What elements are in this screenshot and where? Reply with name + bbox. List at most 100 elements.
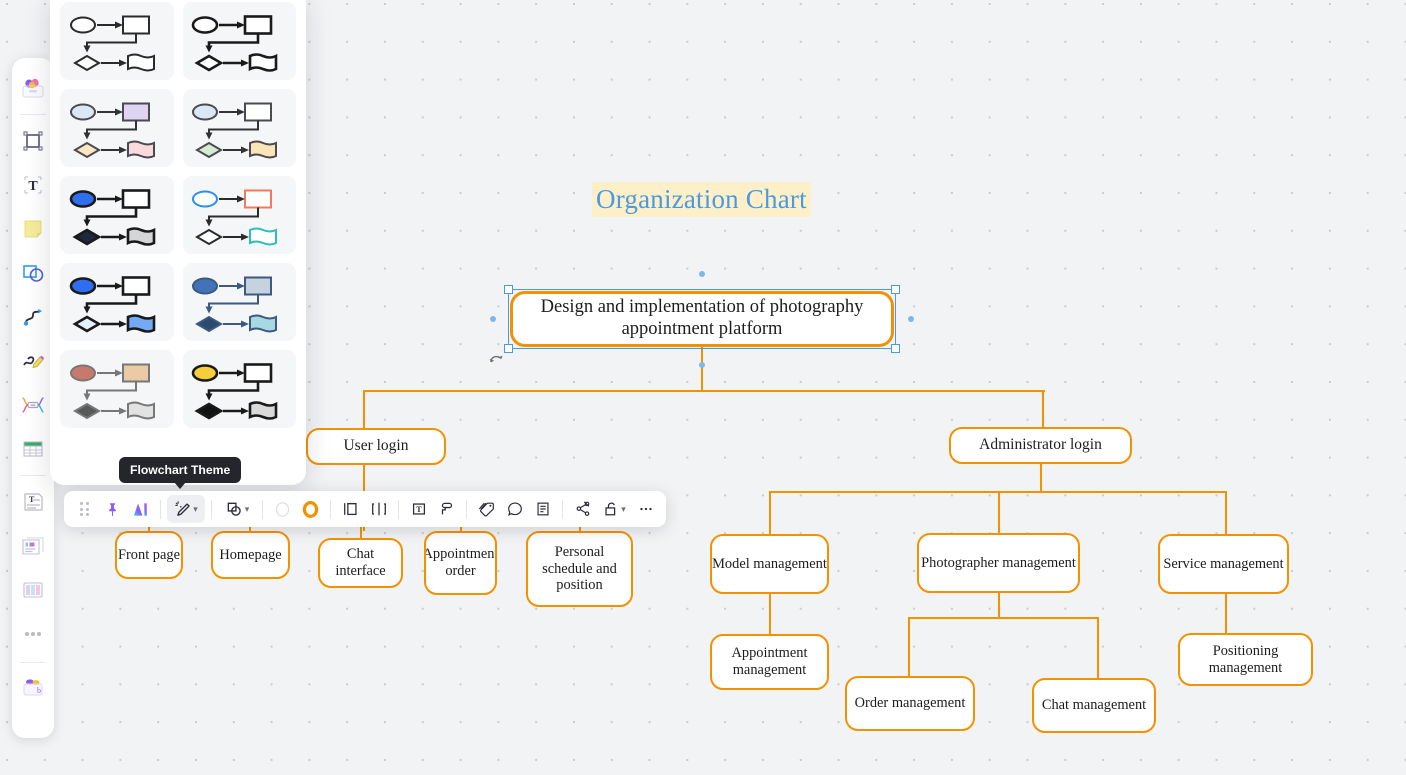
sidebar-item-pen[interactable] (16, 344, 50, 378)
fill-orange-swatch[interactable] (297, 495, 324, 523)
pin-icon (109, 502, 116, 516)
branch-button[interactable] (569, 495, 596, 523)
org-node-appointment-order[interactable]: Appointment order (424, 531, 497, 595)
connector-photographer-bus (908, 617, 1099, 620)
text-box-button[interactable]: T (405, 495, 432, 523)
tag-button[interactable] (473, 495, 500, 523)
theme-blue-dark[interactable] (60, 176, 174, 254)
shape-style-button[interactable]: ▾ (218, 495, 256, 523)
left-toolbar[interactable]: T T b (12, 58, 54, 738)
org-node-user-login-label: User login (343, 437, 409, 455)
selection-handle-bottom-right[interactable] (891, 344, 900, 353)
sidebar-item-sticky-note[interactable] (16, 212, 50, 246)
selection-handle-top-right[interactable] (891, 285, 900, 294)
connection-point-top[interactable] (699, 271, 705, 277)
theme-steel-blue-thumbnail (192, 276, 278, 333)
theme-outline-color[interactable] (182, 176, 296, 254)
theme-outline-color-thumbnail (192, 189, 278, 246)
theme-terracotta[interactable] (60, 350, 174, 428)
theme-pastel-green[interactable] (182, 89, 296, 167)
theme-yellow-black-thumbnail (191, 363, 278, 420)
sidebar-item-resources[interactable]: b (16, 669, 50, 703)
org-node-personal-schedule-and-position[interactable]: Personal schedule and position (526, 531, 633, 607)
org-node-administrator-login[interactable]: Administrator login (949, 427, 1132, 464)
flowchart-theme-group[interactable]: ▾ (167, 495, 205, 523)
org-node-model-management-label: Model management (712, 555, 827, 572)
sidebar-item-basic-shapes[interactable] (16, 256, 50, 290)
org-node-user-login[interactable]: User login (306, 428, 446, 465)
drag-handle-icon[interactable] (71, 495, 98, 523)
text-box-icon: T (412, 503, 425, 515)
org-node-photographer-management[interactable]: Photographer management (917, 533, 1080, 593)
comment-button[interactable] (501, 495, 528, 523)
fill-none-swatch[interactable] (269, 495, 296, 523)
connector-photographer-child-chat (1097, 617, 1100, 679)
org-node-positioning-management-label: Positioning management (1208, 642, 1283, 676)
flowchart-theme-button[interactable]: ▾ (167, 495, 205, 523)
connection-point-bottom[interactable] (699, 362, 705, 368)
org-node-front-page[interactable]: Front page (115, 531, 183, 579)
theme-classic-mono[interactable] (60, 2, 174, 80)
distribute-icon (371, 502, 386, 516)
connection-point-right[interactable] (908, 316, 914, 322)
theme-pastel-violet[interactable] (60, 89, 174, 167)
distribute-button[interactable] (365, 495, 392, 523)
org-node-order-management[interactable]: Order management (845, 676, 975, 731)
sidebar-item-shapes-library[interactable] (16, 71, 50, 105)
connector-model-to-appointment (769, 593, 772, 635)
org-node-appointment-management[interactable]: Appointment management (710, 634, 829, 690)
more-icon (25, 632, 41, 636)
lock-button[interactable]: ▾ (597, 495, 631, 523)
org-node-positioning-management[interactable]: Positioning management (1178, 633, 1313, 686)
drag-dots-icon (80, 502, 89, 516)
page-title[interactable]: Organization Chart (592, 182, 811, 217)
sidebar-item-table[interactable] (16, 432, 50, 466)
ai-icon (133, 502, 147, 516)
sidebar-item-mindmap[interactable] (16, 388, 50, 422)
chevron-down-icon[interactable]: ▾ (193, 504, 198, 515)
format-painter-icon (441, 502, 452, 515)
sidebar-item-kanban[interactable] (16, 573, 50, 607)
format-painter-button[interactable] (433, 495, 460, 523)
more-options-button[interactable] (632, 495, 659, 523)
connector-root-trunk (701, 347, 704, 391)
sidebar-item-card[interactable] (16, 529, 50, 563)
pin-button[interactable] (99, 495, 126, 523)
format-toolbar[interactable]: ▾ ▾ T ▾ (64, 491, 666, 527)
svg-text:T: T (416, 505, 422, 514)
sidebar-item-connector[interactable] (16, 300, 50, 334)
connector-photographer-down (998, 592, 1001, 619)
connector-admin-child-service (1225, 491, 1228, 535)
selection-handle-top-left[interactable] (504, 285, 513, 294)
chevron-down-icon-lock[interactable]: ▾ (621, 504, 626, 515)
sidebar-item-more[interactable] (16, 617, 50, 651)
org-node-chat-interface[interactable]: Chat interface (318, 538, 403, 588)
theme-blue-light[interactable] (60, 263, 174, 341)
connector-service-to-positioning (1225, 593, 1228, 634)
connection-point-left[interactable] (490, 316, 496, 322)
chevron-down-icon-shape[interactable]: ▾ (245, 504, 250, 515)
shapes-library-icon (22, 78, 44, 98)
org-node-chat-management[interactable]: Chat management (1032, 678, 1156, 733)
org-node-service-management[interactable]: Service management (1158, 534, 1289, 594)
org-node-root-label: Design and implementation of photography… (540, 297, 864, 339)
theme-classic-bold[interactable] (182, 2, 296, 80)
rail-divider-2 (20, 475, 46, 476)
frame-icon (23, 131, 43, 151)
org-node-administrator-login-label: Administrator login (979, 436, 1102, 454)
note-button[interactable] (529, 495, 556, 523)
table-icon (23, 441, 43, 457)
org-node-homepage[interactable]: Homepage (211, 531, 290, 579)
sidebar-item-text-block[interactable]: T (16, 485, 50, 519)
ai-button[interactable] (127, 495, 154, 523)
flowchart-theme-panel[interactable] (50, 0, 306, 485)
theme-steel-blue[interactable] (182, 263, 296, 341)
rotate-handle[interactable] (487, 352, 507, 377)
sidebar-item-text[interactable]: T (16, 168, 50, 202)
org-node-model-management[interactable]: Model management (710, 534, 829, 594)
org-node-root[interactable]: Design and implementation of photography… (510, 291, 894, 347)
theme-yellow-black[interactable] (182, 350, 296, 428)
sidebar-item-frame[interactable] (16, 124, 50, 158)
kanban-icon (23, 582, 43, 598)
align-button[interactable] (337, 495, 364, 523)
